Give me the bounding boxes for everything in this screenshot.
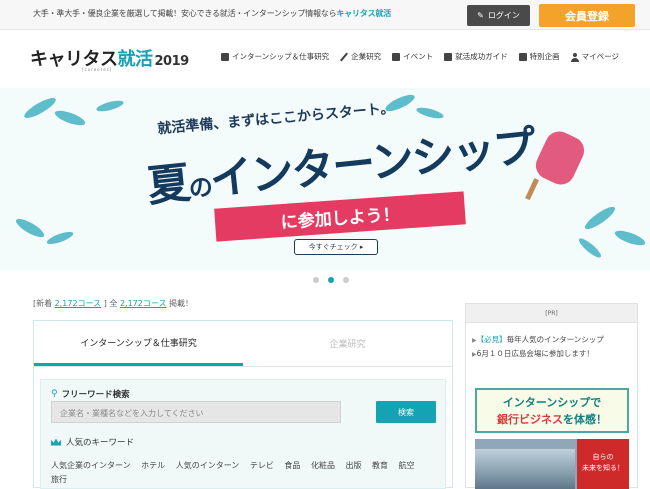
count-suffix: 掲載！ [169, 299, 194, 308]
count-label: 全 [109, 299, 118, 308]
hero-title-part: の [187, 172, 213, 203]
hero-banner[interactable]: 就活準備、まずはここからスタート。 夏のインターンシップ に参加しよう！ 今すぐ… [0, 88, 650, 270]
register-button[interactable]: 会員登録 [539, 4, 635, 27]
top-message: 大手・準大手・優良企業を厳選して掲載！安心できる就活・インターンシップ情報ならキ… [33, 8, 391, 19]
user-icon [570, 52, 579, 62]
search-tabs: インターンシップ＆仕事研究 企業研究 [34, 321, 452, 367]
pr-ad-text[interactable]: ▶【必見】毎年人気のインターンシップ ▶6月１０日広島会場に参加します！ [472, 333, 634, 361]
carousel-dot-active[interactable] [328, 277, 334, 283]
ad-prefix: 【必見】 [476, 335, 507, 344]
count-sep: ] [103, 299, 107, 308]
nav-company-research[interactable]: 企業研究 [340, 51, 381, 62]
site-header: キャリタス就活 2019 [careeres] インターンシップ＆仕事研究 企業研… [0, 30, 650, 88]
nav-guide[interactable]: 就活成功ガイド [444, 51, 508, 62]
pr-image-label: 自らの 未来を知る！ [577, 439, 629, 489]
ad-text: 6月１０日広島会場に参加します！ [476, 349, 594, 358]
pen-icon [340, 53, 348, 61]
carousel-dots [313, 277, 349, 283]
logo-year: 2019 [154, 54, 190, 69]
banner-line: を体感！ [563, 413, 607, 426]
hero-cta-button[interactable]: 今すぐチェック ▸ [294, 239, 378, 255]
top-message-brand[interactable]: キャリタス就活 [336, 9, 391, 18]
logo-accent: 就活 [117, 49, 154, 70]
book-icon [444, 52, 453, 61]
popular-keywords-title: 人気のキーワード [51, 436, 134, 448]
search-input[interactable]: 企業名・業種名などを入力してください [51, 401, 341, 423]
logo-subtitle: [careeres] [82, 67, 113, 72]
nav-label: 企業研究 [351, 52, 382, 61]
nav-label: マイページ [581, 52, 619, 61]
site-logo[interactable]: キャリタス就活 2019 [careeres] [30, 45, 190, 72]
nav-label: インターンシップ＆仕事研究 [232, 52, 330, 61]
new-count-link[interactable]: 2,172コース [55, 299, 102, 308]
nav-label: イベント [403, 52, 434, 61]
nav-label: 特別企画 [529, 52, 560, 61]
carousel-dot[interactable] [343, 277, 349, 283]
freeword-label: フリーワード検索 [61, 390, 130, 400]
keyword-link[interactable]: 食品 [284, 461, 300, 470]
keyword-link[interactable]: 教育 [372, 461, 388, 470]
freeword-title: ⚲ フリーワード検索 [51, 388, 130, 400]
search-button[interactable]: 検索 [376, 401, 436, 423]
login-button[interactable]: ✎ ログイン [467, 5, 530, 26]
img-line: 自らの [592, 453, 614, 461]
star-box-icon [518, 52, 527, 61]
count-label: [新着 [33, 299, 53, 308]
search-panel: インターンシップ＆仕事研究 企業研究 ⚲ フリーワード検索 企業名・業種名などを… [33, 320, 453, 489]
hero-title-part: 夏 [144, 158, 191, 213]
tab-company[interactable]: 企業研究 [243, 321, 452, 366]
login-label: ログイン [487, 11, 520, 20]
all-count-link[interactable]: 2,172コース [120, 299, 167, 308]
ad-text: 毎年人気のインターンシップ [506, 335, 604, 344]
keyword-link[interactable]: 化粧品 [311, 461, 335, 470]
course-count: [新着 2,172コース ] 全 2,172コース 掲載！ [33, 298, 193, 309]
keyword-link[interactable]: 人気企業のインターン [51, 461, 131, 470]
nav-internship[interactable]: インターンシップ＆仕事研究 [221, 51, 329, 62]
nav-label: 就活成功ガイド [455, 52, 508, 61]
calendar-icon [392, 52, 401, 61]
img-line: 未来を知る！ [582, 464, 624, 472]
banner-line: インターンシップで [502, 396, 602, 409]
pr-image-ad[interactable]: 自らの 未来を知る！ [475, 439, 629, 489]
keyword-list: 人気企業のインターン ホテル 人気のインターン テレビ 食品 化粧品 出版 教育… [51, 459, 441, 487]
pr-sidebar: [PR] ▶【必見】毎年人気のインターンシップ ▶6月１０日広島会場に参加します… [465, 303, 638, 489]
keyword-link[interactable]: テレビ [250, 461, 274, 470]
building-icon [221, 52, 229, 61]
keyword-link[interactable]: ホテル [141, 461, 165, 470]
main-nav: インターンシップ＆仕事研究 企業研究 イベント 就活成功ガイド 特別企画 マイペ… [221, 51, 619, 62]
keyword-link[interactable]: 航空 [399, 461, 415, 470]
search-icon: ⚲ [51, 389, 58, 399]
tab-internship[interactable]: インターンシップ＆仕事研究 [34, 321, 243, 366]
carousel-dot[interactable] [313, 277, 319, 283]
nav-events[interactable]: イベント [392, 51, 433, 62]
banner-highlight: 銀行ビジネス [497, 413, 563, 426]
keyword-link[interactable]: 出版 [346, 461, 362, 470]
pen-icon: ✎ [477, 11, 484, 20]
city-image [475, 449, 575, 489]
nav-special[interactable]: 特別企画 [518, 51, 560, 62]
pr-banner[interactable]: インターンシップで 銀行ビジネスを体感！ [475, 388, 629, 433]
crown-icon [51, 438, 61, 446]
top-message-text: 大手・準大手・優良企業を厳選して掲載！安心できる就活・インターンシップ情報なら [33, 9, 337, 18]
nav-mypage[interactable]: マイページ [570, 51, 619, 62]
keyword-link[interactable]: 人気のインターン [176, 461, 240, 470]
pr-label: [PR] [466, 304, 637, 323]
keyword-link[interactable]: 旅行 [51, 475, 67, 484]
top-bar: 大手・準大手・優良企業を厳選して掲載！安心できる就活・インターンシップ情報ならキ… [0, 0, 650, 30]
popular-label: 人気のキーワード [66, 438, 135, 448]
search-area: ⚲ フリーワード検索 企業名・業種名などを入力してください 検索 人気のキーワー… [40, 379, 446, 489]
register-label: 会員登録 [565, 9, 609, 23]
